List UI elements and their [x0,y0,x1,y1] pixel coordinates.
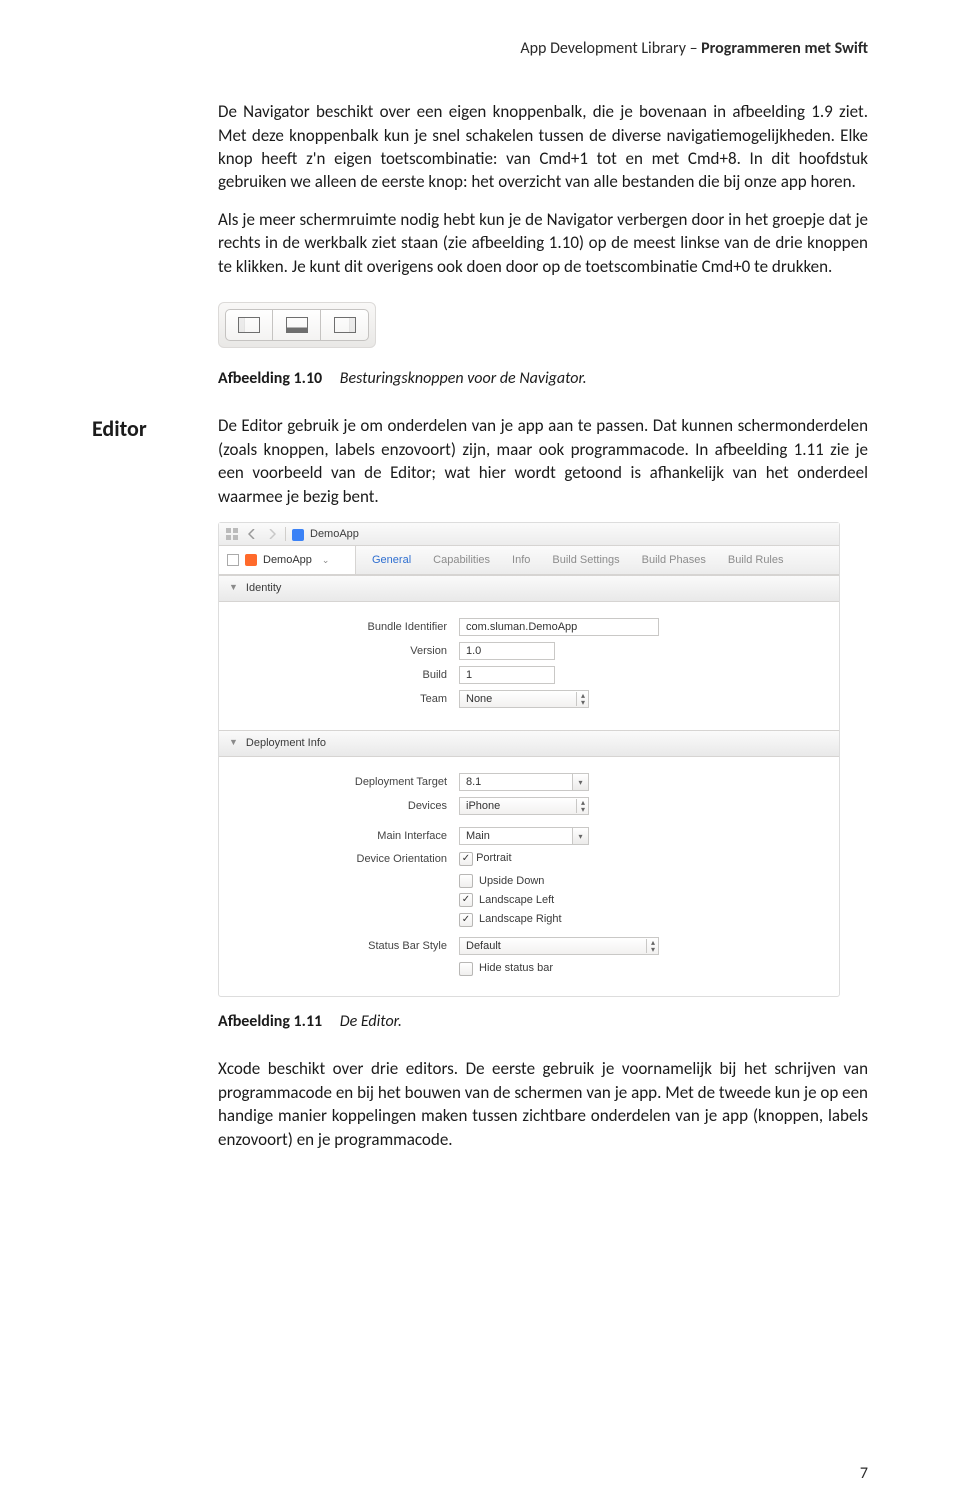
breadcrumb[interactable]: DemoApp [310,527,359,542]
running-header: App Development Library – Programmeren m… [92,38,868,60]
caption-1-11-label: Afbeelding 1.11 [218,1012,322,1031]
hide-status-bar-checkbox[interactable] [459,962,473,976]
section-heading-editor: Editor [92,414,212,444]
deployment-target-value: 8.1 [460,775,572,790]
build-label: Build [237,668,451,683]
devices-value: iPhone [466,799,500,814]
paragraph-editors: Xcode beschikt over drie editors. De eer… [218,1057,868,1151]
app-target-icon [245,554,257,566]
section-deployment-header[interactable]: ▼ Deployment Info [219,730,839,757]
section-identity-body: Bundle Identifier com.sluman.DemoApp Ver… [219,602,839,730]
device-orientation-label: Device Orientation [237,851,451,867]
target-name: DemoApp [263,553,312,568]
target-tab-row: DemoApp ⌄ General Capabilities Info Buil… [219,546,839,575]
page-number: 7 [860,1463,868,1485]
deployment-target-label: Deployment Target [237,775,451,790]
orientation-portrait-label: Portrait [476,852,511,864]
right-panel-icon [334,317,356,333]
hide-status-bar-label: Hide status bar [479,961,553,976]
nav-forward-icon[interactable] [265,527,279,541]
orientation-landscape-right-checkbox[interactable] [459,913,473,927]
team-select[interactable]: None ▴▾ [459,690,589,708]
navigator-toggle-panel [218,302,376,348]
stepper-arrows-icon: ▴▾ [576,799,584,813]
toggle-right-panel-button[interactable] [321,309,369,341]
devices-label: Devices [237,799,451,814]
tab-capabilities[interactable]: Capabilities [433,553,490,568]
caption-1-11: Afbeelding 1.11 De Editor. [218,1011,868,1033]
team-label: Team [237,692,451,707]
orientation-landscape-right-label: Landscape Right [479,912,562,927]
xcode-editor-shot: DemoApp DemoApp ⌄ General Capabilities I… [218,522,840,997]
status-bar-style-label: Status Bar Style [237,939,451,954]
nav-back-icon[interactable] [245,527,259,541]
section-identity-title: Identity [246,581,281,596]
target-selector[interactable]: DemoApp ⌄ [219,546,356,574]
build-field[interactable]: 1 [459,666,555,684]
section-deployment-body: Deployment Target 8.1 ▾ Devices iPhone ▴… [219,757,839,996]
orientation-upside-down-checkbox[interactable] [459,874,473,888]
toggle-left-panel-button[interactable] [225,309,273,341]
jump-bar: DemoApp [219,523,839,546]
tab-info[interactable]: Info [512,553,530,568]
tab-build-settings[interactable]: Build Settings [552,553,619,568]
devices-select[interactable]: iPhone ▴▾ [459,797,589,815]
toggle-bottom-panel-button[interactable] [273,309,321,341]
target-outline-icon [227,554,239,566]
stepper-arrows-icon: ▴▾ [576,692,584,706]
tab-general[interactable]: General [372,553,411,568]
version-label: Version [237,644,451,659]
paragraph-editor-intro: De Editor gebruik je om onderdelen van j… [218,414,868,508]
bottom-panel-icon [286,317,308,333]
team-value: None [466,692,492,707]
orientation-portrait-checkbox[interactable] [459,852,473,866]
section-deployment-title: Deployment Info [246,736,326,751]
related-items-icon[interactable] [225,527,239,541]
main-interface-value: Main [460,829,572,844]
caption-1-10-text: Besturingsknoppen voor de Navigator. [340,369,587,388]
jump-bar-separator [285,527,286,541]
popup-arrows-icon: ⌄ [322,554,329,566]
chevron-down-icon: ▾ [572,774,588,790]
bundle-identifier-field[interactable]: com.sluman.DemoApp [459,618,659,636]
main-interface-combo[interactable]: Main ▾ [459,827,589,845]
bundle-identifier-label: Bundle Identifier [237,620,451,635]
tab-build-phases[interactable]: Build Phases [642,553,706,568]
stepper-arrows-icon: ▴▾ [646,939,654,953]
left-panel-icon [238,317,260,333]
caption-1-11-text: De Editor. [340,1012,402,1031]
header-library: App Development Library – [520,39,701,58]
orientation-landscape-left-label: Landscape Left [479,893,554,908]
status-bar-style-select[interactable]: Default ▴▾ [459,937,659,955]
status-bar-style-value: Default [466,939,501,954]
settings-tabs: General Capabilities Info Build Settings… [356,546,839,574]
main-interface-label: Main Interface [237,829,451,844]
caption-1-10: Afbeelding 1.10 Besturingsknoppen voor d… [218,368,868,390]
version-field[interactable]: 1.0 [459,642,555,660]
project-icon [292,529,304,541]
tab-build-rules[interactable]: Build Rules [728,553,784,568]
disclosure-triangle-icon: ▼ [229,583,238,592]
deployment-target-combo[interactable]: 8.1 ▾ [459,773,589,791]
caption-1-10-label: Afbeelding 1.10 [218,369,322,388]
orientation-upside-down-label: Upside Down [479,874,544,889]
paragraph-navigator-2: Als je meer schermruimte nodig hebt kun … [218,208,868,278]
section-identity-header[interactable]: ▼ Identity [219,575,839,602]
orientation-landscape-left-checkbox[interactable] [459,893,473,907]
chevron-down-icon: ▾ [572,828,588,844]
header-title: Programmeren met Swift [701,39,868,58]
paragraph-navigator-1: De Navigator beschikt over een eigen kno… [218,100,868,194]
disclosure-triangle-icon: ▼ [229,738,238,747]
